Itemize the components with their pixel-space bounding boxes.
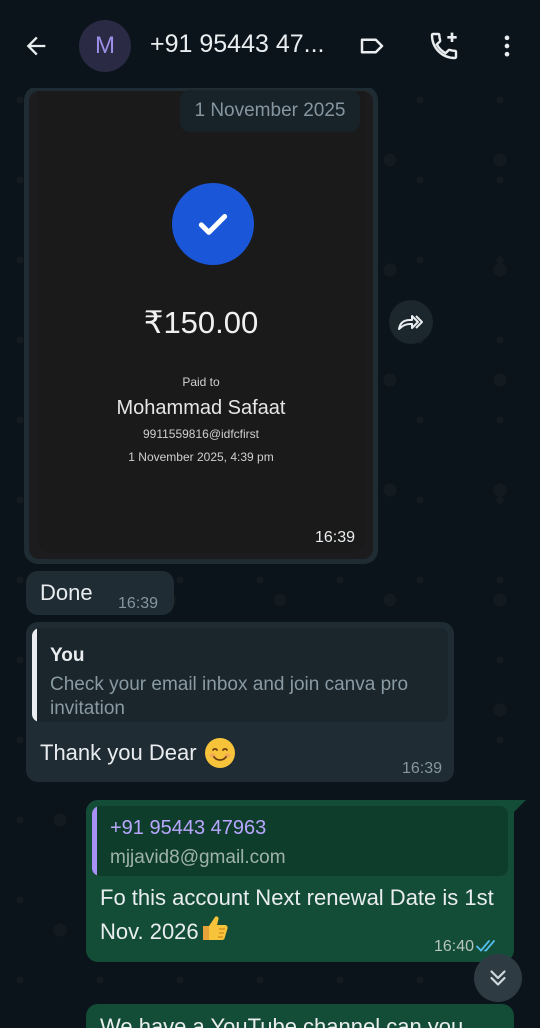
thumbs-up-emoji (199, 913, 231, 943)
message-body: Thank you Dear (40, 736, 237, 770)
chat-header: M +91 95443 47... (0, 0, 540, 88)
message-time: 16:39 (401, 760, 442, 777)
outgoing-reply-message[interactable]: +91 95443 47963 mjjavid8@gmail.com Fo th… (86, 800, 514, 962)
contact-avatar[interactable]: M (79, 20, 131, 72)
outgoing-message-partial[interactable]: We have a YouTube channel can you (86, 1004, 514, 1028)
add-call-icon (430, 32, 458, 60)
more-vert-icon (504, 35, 510, 57)
more-options-button[interactable] (487, 26, 527, 66)
payee-upi-id: 9911559816@idfcfirst (142, 427, 260, 441)
smiling-face-emoji (203, 736, 237, 770)
payment-amount: ₹150.00 (143, 305, 259, 340)
message-text: Fo this account Next renewal Date is 1st… (100, 885, 494, 944)
double-chevron-down-icon (490, 970, 506, 986)
forward-button[interactable] (389, 300, 433, 344)
label-icon (360, 38, 384, 54)
quoted-text: Check your email inbox and join canva pr… (50, 674, 409, 719)
quoted-message[interactable]: +91 95443 47963 mjjavid8@gmail.com (92, 806, 508, 876)
payee-name: Mohammad Safaat (116, 397, 286, 419)
back-arrow-icon (26, 36, 46, 56)
scroll-to-bottom-button[interactable] (474, 954, 522, 1002)
message-time: 16:39 (118, 595, 159, 612)
message-time: 16:39 (314, 529, 355, 546)
avatar-initial: M (95, 32, 115, 59)
receipt-card: ₹150.00 Paid to Mohammad Safaat 99115598… (37, 91, 365, 553)
quoted-message[interactable]: You Check your email inbox and join canv… (32, 628, 448, 722)
forward-icon (398, 315, 423, 330)
paid-to-label: Paid to (182, 375, 220, 389)
incoming-message-done[interactable]: Done 16:39 (26, 571, 174, 615)
quote-bar (32, 628, 37, 722)
message-time: 16:40 (433, 938, 474, 955)
message-text: We have a YouTube channel can you (100, 1014, 464, 1028)
quoted-author: You (50, 645, 85, 666)
incoming-reply-message[interactable]: You Check your email inbox and join canv… (26, 622, 454, 782)
message-text: Done (40, 580, 93, 605)
bubble-tail (514, 800, 526, 812)
quoted-author: +91 95443 47963 (110, 817, 267, 839)
double-check-icon (476, 940, 495, 952)
payment-datetime: 1 November 2025, 4:39 pm (128, 450, 274, 464)
payment-success-badge (172, 183, 254, 265)
label-button[interactable] (352, 26, 392, 66)
check-icon (198, 214, 228, 235)
add-call-button[interactable] (424, 26, 464, 66)
message-text: Thank you Dear (40, 740, 197, 765)
back-button[interactable] (18, 28, 54, 64)
quoted-text: mjjavid8@gmail.com (110, 847, 286, 868)
contact-name[interactable]: +91 95443 47... (150, 30, 324, 59)
quote-bar (92, 806, 97, 876)
date-separator: 1 November 2025 (180, 90, 360, 132)
image-message-bubble[interactable]: ₹150.00 Paid to Mohammad Safaat 99115598… (24, 86, 378, 564)
payment-receipt-image[interactable]: ₹150.00 Paid to Mohammad Safaat 99115598… (29, 91, 373, 559)
